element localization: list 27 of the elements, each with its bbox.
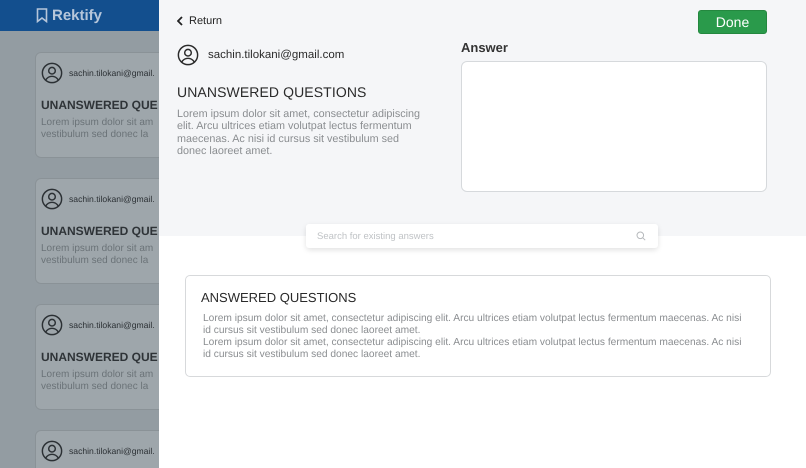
search-field[interactable]: Search for existing answers	[306, 224, 658, 248]
question-title: UNANSWERED QUE	[41, 224, 159, 238]
user-email: sachin.tilokani@gmail.	[69, 446, 155, 456]
question-title: UNANSWERED QUE	[41, 350, 159, 364]
search-icon	[636, 231, 646, 241]
question-title: UNANSWERED QUESTIONS	[177, 84, 368, 100]
user-email: sachin.tilokani@gmail.	[69, 194, 155, 204]
user-avatar-icon	[41, 440, 63, 462]
user-avatar-icon	[41, 188, 63, 210]
user-email: sachin.tilokani@gmail.	[69, 320, 155, 330]
answered-text: Lorem ipsum dolor sit amet, consectetur adipiscing elit. Arcu ultrices etiam volutpat lectus fermentum maecenas. Ac nisi id cursus sit vestibulum sed donec laoreet amet.	[203, 313, 742, 337]
return-button[interactable]: Return	[177, 15, 222, 27]
question-text: Lorem ipsum dolor sit amet, consectetur adipiscing elit. Arcu ultrices etiam volutpat lectus fermentum maecenas. Ac nisi id cursus sit vestibulum sed donec laoreet amet.	[177, 108, 422, 158]
app-logo[interactable]: Rektify	[52, 7, 102, 24]
bookmark-icon	[36, 8, 48, 23]
answered-title: ANSWERED QUESTIONS	[201, 290, 358, 305]
user-avatar-icon	[41, 62, 63, 84]
answer-field[interactable]	[461, 61, 767, 192]
done-button[interactable]: Done	[698, 10, 767, 34]
user-email: sachin.tilokani@gmail.com	[208, 49, 344, 61]
chevron-left-icon	[177, 16, 183, 26]
user-email: sachin.tilokani@gmail.	[69, 68, 155, 78]
question-title: UNANSWERED QUE	[41, 98, 159, 112]
user-avatar-icon	[41, 314, 63, 336]
answer-label: Answer	[461, 40, 509, 55]
answered-text: Lorem ipsum dolor sit amet, consectetur adipiscing elit. Arcu ultrices etiam volutpat lectus fermentum maecenas. Ac nisi id cursus sit vestibulum sed donec laoreet amet.	[203, 337, 742, 361]
user-avatar-icon	[177, 44, 199, 66]
